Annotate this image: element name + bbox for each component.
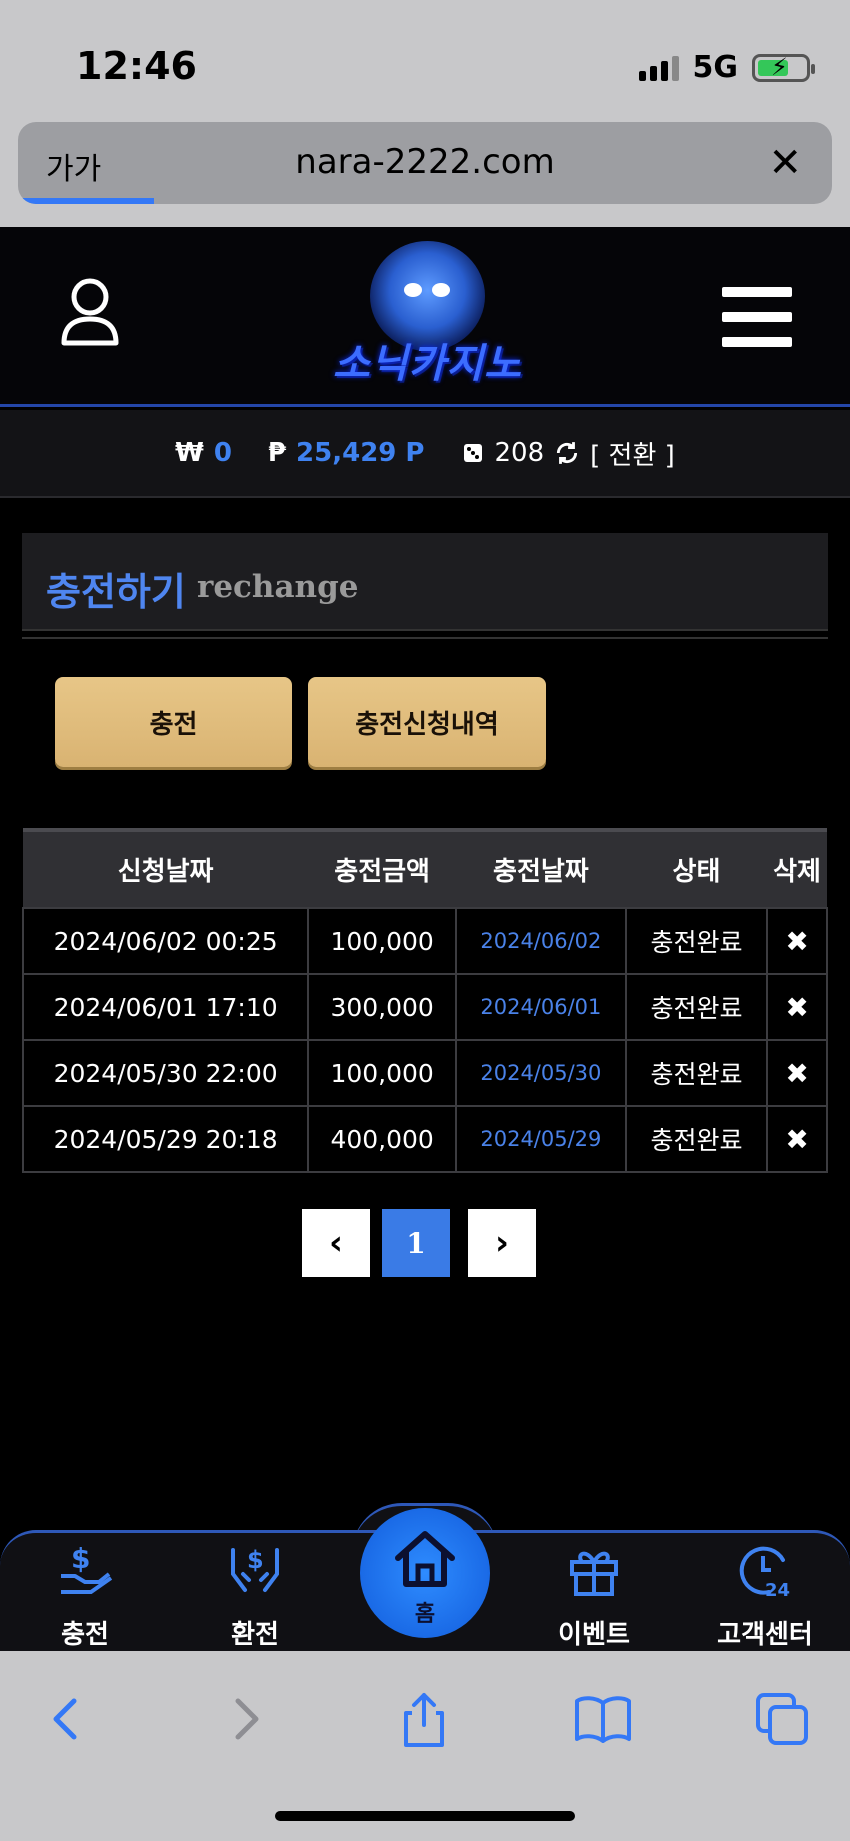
won-icon: ₩ [175,438,204,468]
battery-icon: ⚡ [752,53,815,82]
status-cell: 충전완료 [624,1105,769,1173]
point-balance: 25,429 P [296,438,425,468]
convert-button[interactable]: [ 전환 ] [590,435,675,472]
status-bar: 12:46 5G ⚡ [0,0,850,122]
divider [22,637,828,639]
hand-money-icon: $ [61,1542,113,1594]
gift-icon [570,1551,618,1596]
request-date-cell: 2024/05/29 20:18 [21,1105,310,1173]
back-icon[interactable] [36,1689,96,1749]
user-icon[interactable] [58,277,122,347]
table-row: 2024/05/30 22:00 100,000 2024/05/30 충전완료… [21,1039,828,1107]
column-header-amount: 충전금액 [308,828,457,908]
delete-icon[interactable]: ✖ [766,1105,828,1173]
24h-support-icon: 24 [739,1546,790,1600]
amount-cell: 300,000 [307,973,458,1041]
charge-date-cell: 2024/05/30 [455,1039,627,1107]
forward-icon[interactable] [216,1689,276,1749]
point-icon: ₱ [267,438,287,468]
tabs-icon[interactable] [752,1689,812,1749]
section-title: 충전하기 [46,570,186,614]
page-1-button[interactable]: 1 [382,1209,450,1277]
won-balance: 0 [213,438,232,468]
url-text[interactable]: nara-2222.com [18,142,832,182]
nav-charge[interactable]: $ 충전 [20,1540,150,1651]
svg-text:$: $ [247,1546,264,1574]
charge-date-cell: 2024/06/02 [455,907,627,975]
charge-history-button[interactable]: 충전신청내역 [308,677,546,767]
page-load-progress [18,198,154,204]
status-cell: 충전완료 [624,973,769,1041]
nav-home-label: 홈 [414,1602,436,1627]
refresh-icon[interactable] [554,440,580,466]
address-bar[interactable]: 가가 nara-2222.com ✕ [18,122,832,204]
nav-customer-center[interactable]: 24 고객센터 [700,1540,830,1651]
charge-history-table: 신청날짜 충전금액 충전날짜 상태 삭제 2024/06/02 00:25 10… [21,828,828,1173]
bookmarks-icon[interactable] [573,1689,633,1749]
delete-icon[interactable]: ✖ [766,907,828,975]
nav-exchange-label: 환전 [231,1620,279,1650]
request-date-cell: 2024/06/01 17:10 [21,973,310,1041]
column-header-status: 상태 [625,828,768,908]
browser-address-area: 가가 nara-2222.com ✕ [0,122,850,227]
nav-home[interactable]: 홈 [360,1508,490,1638]
browser-toolbar [0,1651,850,1841]
table-header-row: 신청날짜 충전금액 충전날짜 상태 삭제 [23,828,827,908]
charge-date-cell: 2024/06/01 [455,973,627,1041]
charge-date-cell: 2024/05/29 [455,1105,627,1173]
home-indicator [275,1811,575,1821]
column-header-charge-date: 충전날짜 [456,828,626,908]
column-header-delete: 삭제 [767,828,827,908]
menu-icon[interactable] [722,287,792,347]
table-row: 2024/06/01 17:10 300,000 2024/06/01 충전완료… [21,973,828,1041]
site-header: 소닉카지노 [0,227,850,407]
prev-page-button[interactable]: ‹ [302,1209,370,1277]
table-row: 2024/06/02 00:25 100,000 2024/06/02 충전완료… [21,907,828,975]
hands-dollar-icon: $ [231,1546,279,1592]
network-type: 5G [692,50,739,85]
next-page-button[interactable]: › [468,1209,536,1277]
close-icon[interactable]: ✕ [768,140,802,186]
table-row: 2024/05/29 20:18 400,000 2024/05/29 충전완료… [21,1105,828,1173]
nav-event[interactable]: 이벤트 [529,1540,659,1651]
status-indicators: 5G ⚡ [638,50,815,85]
dice-icon [463,444,482,462]
status-time: 12:46 [76,44,197,88]
signal-icon [638,55,679,81]
request-date-cell: 2024/06/02 00:25 [21,907,310,975]
column-header-request-date: 신청날짜 [23,828,309,908]
section-header: 충전하기 rechange [22,533,828,631]
svg-text:24: 24 [765,1580,790,1600]
nav-event-label: 이벤트 [558,1620,630,1650]
amount-cell: 100,000 [307,907,458,975]
site-logo[interactable]: 소닉카지노 [315,237,540,397]
chip-balance: 208 [494,438,545,468]
delete-icon[interactable]: ✖ [766,973,828,1041]
delete-icon[interactable]: ✖ [766,1039,828,1107]
svg-text:$: $ [71,1542,90,1575]
logo-text: 소닉카지노 [333,341,522,387]
request-date-cell: 2024/05/30 22:00 [21,1039,310,1107]
nav-charge-label: 충전 [61,1620,109,1650]
amount-cell: 400,000 [307,1105,458,1173]
status-cell: 충전완료 [624,1039,769,1107]
balance-bar: ₩ 0 ₱ 25,429 P 208 [ 전환 ] [0,410,850,498]
nav-cs-label: 고객센터 [717,1620,813,1650]
share-icon[interactable] [394,1689,454,1749]
status-cell: 충전완료 [624,907,769,975]
nav-exchange[interactable]: $ 환전 [190,1540,320,1651]
charge-button[interactable]: 충전 [55,677,292,767]
section-subtitle: rechange [197,569,359,605]
home-icon [395,1531,455,1587]
amount-cell: 100,000 [307,1039,458,1107]
